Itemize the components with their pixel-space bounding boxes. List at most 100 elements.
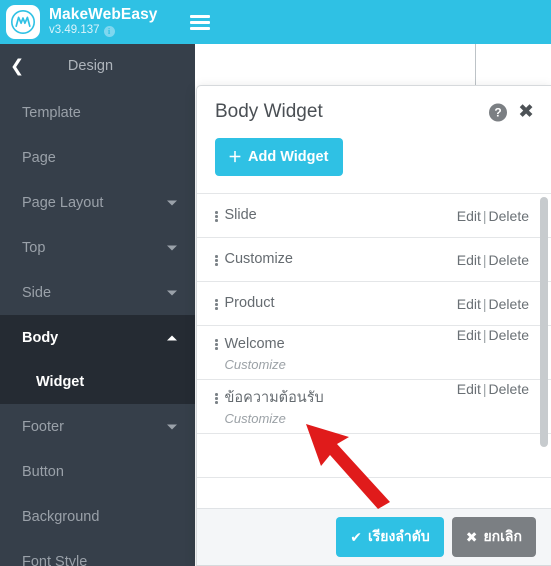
- hamburger-bar: [189, 26, 210, 30]
- drag-handle-dots-icon[interactable]: [215, 335, 218, 350]
- chevron-down-icon: [167, 424, 177, 429]
- drag-handle-dots-icon[interactable]: [215, 389, 218, 404]
- action-separator: |: [482, 251, 487, 268]
- sidebar-item-footer[interactable]: Footer: [0, 404, 195, 449]
- delete-link[interactable]: Delete: [489, 208, 529, 224]
- sidebar: ❮ Design Template Page Page Layout Top S…: [0, 44, 195, 566]
- row-left: Product: [215, 295, 274, 312]
- widget-name: Product: [224, 295, 275, 311]
- row-left: Customize: [215, 251, 293, 268]
- drag-handle-dots-icon[interactable]: [215, 207, 218, 222]
- close-x-icon[interactable]: ✖: [518, 102, 534, 122]
- sidebar-item-template[interactable]: Template: [0, 90, 195, 135]
- chevron-left-icon[interactable]: ❮: [10, 58, 24, 75]
- edit-link[interactable]: Edit: [457, 327, 481, 343]
- plus-icon: ＋: [228, 149, 242, 165]
- delete-link[interactable]: Delete: [489, 381, 529, 397]
- sidebar-item-button[interactable]: Button: [0, 449, 195, 494]
- action-separator: |: [482, 207, 487, 224]
- modal-header-icons: ? ✖: [489, 102, 534, 122]
- row-left: Welcome Customize: [215, 326, 286, 372]
- action-separator: |: [482, 327, 487, 343]
- makewebeasy-logo-icon[interactable]: [6, 5, 40, 39]
- row-actions: Edit | Delete: [457, 208, 529, 224]
- chevron-down-icon: [167, 245, 177, 250]
- widget-name: Slide: [224, 207, 257, 223]
- version-row: v3.49.137 i: [49, 25, 158, 37]
- row-left: Slide: [215, 207, 257, 224]
- sidebar-item-label: Side: [22, 284, 52, 301]
- question-mark-help-icon[interactable]: ?: [489, 103, 508, 121]
- brand-name: MakeWebEasy: [49, 6, 158, 24]
- edit-link[interactable]: Edit: [457, 381, 481, 397]
- widget-name: Welcome: [224, 336, 285, 352]
- check-icon: ✔: [350, 528, 362, 545]
- row-left: ข้อความต้อนรับ Customize: [215, 380, 324, 426]
- drag-handle-dots-icon[interactable]: [215, 295, 218, 310]
- delete-link[interactable]: Delete: [489, 296, 529, 312]
- drag-handle-dots-icon[interactable]: [215, 251, 218, 266]
- row-actions: Edit | Delete: [457, 326, 529, 343]
- list-scrollbar-thumb[interactable]: [540, 197, 548, 447]
- widget-name: ข้อความต้อนรับ: [224, 390, 324, 406]
- sidebar-item-widget[interactable]: Widget: [0, 360, 195, 404]
- modal-title: Body Widget: [215, 101, 323, 122]
- modal-toolbar: ＋ Add Widget: [197, 138, 551, 194]
- row-actions: Edit | Delete: [457, 252, 529, 268]
- sidebar-item-label: Template: [22, 104, 81, 121]
- sidebar-item-label: Page Layout: [22, 194, 104, 211]
- table-row[interactable]: Product Edit | Delete: [197, 282, 551, 326]
- hamburger-menu-icon[interactable]: [189, 14, 210, 30]
- widget-customize-link[interactable]: Customize: [225, 411, 324, 426]
- widget-list: Slide Edit | Delete Customize Edit | Delete: [197, 194, 551, 503]
- delete-link[interactable]: Delete: [489, 252, 529, 268]
- body-widget-modal: Body Widget ? ✖ ＋ Add Widget Slide Edit …: [196, 85, 551, 566]
- table-row[interactable]: Welcome Customize Edit | Delete: [197, 326, 551, 380]
- close-x-icon: ✖: [465, 528, 478, 545]
- chevron-down-icon: [167, 290, 177, 295]
- sort-order-label: เรียงลำดับ: [367, 528, 430, 544]
- widget-customize-link[interactable]: Customize: [225, 357, 286, 372]
- sidebar-item-font-style[interactable]: Font Style: [0, 539, 195, 566]
- sidebar-item-label: Page: [22, 149, 56, 166]
- sidebar-item-label: Button: [22, 463, 64, 480]
- chevron-up-icon: [167, 335, 177, 340]
- delete-link[interactable]: Delete: [489, 327, 529, 343]
- empty-row: [197, 434, 551, 478]
- table-row[interactable]: ข้อความต้อนรับ Customize Edit | Delete: [197, 380, 551, 434]
- sidebar-subitem-label: Widget: [36, 374, 85, 390]
- edit-link[interactable]: Edit: [457, 208, 481, 224]
- action-separator: |: [482, 381, 487, 397]
- row-actions: Edit | Delete: [457, 380, 529, 397]
- widget-name: Customize: [224, 251, 294, 267]
- sidebar-item-top[interactable]: Top: [0, 225, 195, 270]
- sidebar-item-label: Top: [22, 239, 46, 256]
- sort-order-button[interactable]: ✔ เรียงลำดับ: [336, 517, 444, 557]
- edit-link[interactable]: Edit: [457, 252, 481, 268]
- sidebar-item-label: Body: [22, 329, 59, 346]
- info-icon[interactable]: i: [103, 25, 115, 37]
- sidebar-item-body[interactable]: Body: [0, 315, 195, 360]
- sidebar-title: Design: [67, 58, 114, 74]
- top-bar: MakeWebEasy v3.49.137 i: [0, 0, 551, 44]
- sidebar-item-side[interactable]: Side: [0, 270, 195, 315]
- sidebar-item-page[interactable]: Page: [0, 135, 195, 180]
- add-widget-label: Add Widget: [248, 149, 329, 165]
- edit-link[interactable]: Edit: [457, 296, 481, 312]
- sidebar-item-page-layout[interactable]: Page Layout: [0, 180, 195, 225]
- sidebar-item-background[interactable]: Background: [0, 494, 195, 539]
- row-text-block: ข้อความต้อนรับ Customize: [225, 389, 324, 426]
- chevron-down-icon: [167, 200, 177, 205]
- cancel-button[interactable]: ✖ ยกเลิก: [451, 517, 536, 557]
- table-row[interactable]: Slide Edit | Delete: [197, 194, 551, 238]
- table-row[interactable]: Customize Edit | Delete: [197, 238, 551, 282]
- hamburger-bar: [189, 20, 210, 24]
- sidebar-item-label: Background: [22, 508, 100, 525]
- sidebar-item-label: Footer: [22, 418, 64, 435]
- cancel-label: ยกเลิก: [483, 528, 522, 544]
- add-widget-button[interactable]: ＋ Add Widget: [215, 138, 344, 176]
- modal-footer: ✔ เรียงลำดับ ✖ ยกเลิก: [197, 508, 551, 565]
- row-actions: Edit | Delete: [457, 296, 529, 312]
- brand-block: MakeWebEasy v3.49.137 i: [49, 6, 158, 37]
- app-root: MakeWebEasy v3.49.137 i ❮ Design Templat…: [0, 0, 551, 566]
